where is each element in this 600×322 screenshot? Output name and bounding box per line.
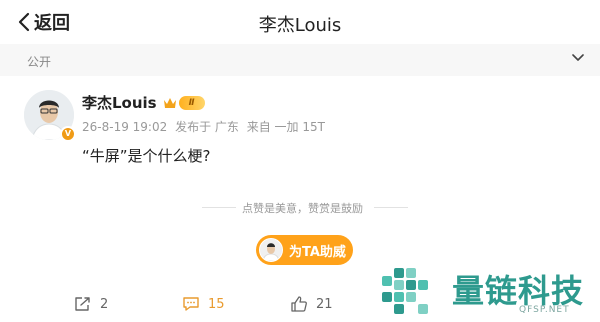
tip-text: 点赞是美意，赞赏是鼓励 (242, 202, 363, 215)
post-text: “牛屏”是个什么梗? (82, 147, 211, 165)
watermark: 量链科技 QFSP.NET (380, 262, 600, 322)
post-date: 26-8-19 19:02 (82, 120, 168, 134)
chevron-down-icon[interactable] (572, 54, 584, 62)
post-location: 发布于 广东 (175, 120, 239, 134)
thumbs-up-icon (291, 296, 307, 312)
crown-icon (163, 97, 176, 108)
watermark-logo-icon (382, 268, 428, 314)
verified-badge-icon: V (60, 126, 76, 142)
visibility-row[interactable]: 公开 (0, 44, 600, 76)
boost-label: 为TA助威 (289, 244, 346, 260)
share-icon (75, 297, 90, 311)
boost-avatar (259, 238, 283, 262)
divider-line (374, 207, 408, 208)
repost-count: 2 (100, 296, 109, 312)
author-name[interactable]: 李杰Louis (82, 92, 157, 113)
vip-level: Ⅱ (188, 97, 195, 108)
author-row: 李杰Louis Ⅱ (82, 92, 205, 113)
post-meta: 26-8-19 19:02 发布于 广东 来自 一加 15T (82, 118, 329, 135)
comment-count: 15 (208, 296, 225, 312)
tip-divider: 点赞是美意，赞赏是鼓励 (0, 198, 600, 218)
repost-button[interactable]: 2 (74, 294, 108, 314)
author-avatar[interactable]: V (24, 90, 76, 142)
like-count: 21 (316, 296, 333, 312)
divider-line (202, 207, 236, 208)
page-title: 李杰Louis (258, 15, 342, 36)
vip-badge[interactable]: Ⅱ (163, 95, 205, 110)
like-button[interactable]: 21 (290, 294, 333, 314)
comment-icon (183, 297, 199, 311)
top-nav-bar: 返回 李杰Louis (0, 0, 600, 44)
visibility-label: 公开 (27, 55, 52, 69)
boost-button[interactable]: 为TA助威 (256, 235, 353, 265)
post-source: 来自 一加 15T (246, 120, 325, 134)
vip-level-pill: Ⅱ (178, 95, 205, 110)
watermark-url: QFSP.NET (519, 305, 570, 315)
comment-button[interactable]: 15 (182, 294, 225, 314)
